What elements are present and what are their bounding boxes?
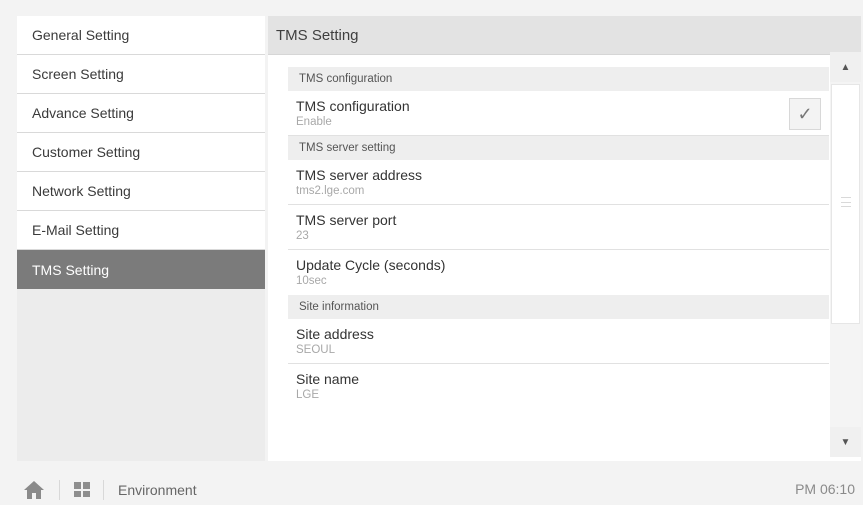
clock-time: PM 06:10 [795,481,855,497]
setting-value: Enable [296,116,332,128]
divider [59,479,60,500]
sidebar-item-general[interactable]: General Setting [17,16,265,55]
setting-value: tms2.lge.com [296,185,365,197]
home-icon[interactable] [23,480,45,500]
grip-icon [841,197,851,207]
setting-row-site-address[interactable]: Site address SEOUL [288,319,829,364]
sidebar-item-screen[interactable]: Screen Setting [17,55,265,94]
setting-row-tms-configuration[interactable]: TMS configuration Enable ✓ [288,91,829,136]
setting-title: Site name [296,371,360,387]
bottom-bar: Environment PM 06:10 [0,474,863,505]
setting-value: 23 [296,230,309,242]
sidebar-item-network[interactable]: Network Setting [17,172,265,211]
triangle-down-icon: ▼ [840,436,851,448]
grid-icon[interactable] [74,482,90,497]
sidebar-item-customer[interactable]: Customer Setting [17,133,265,172]
sidebar-item-label: Customer Setting [32,144,141,160]
sidebar-item-label: E-Mail Setting [32,222,120,238]
sidebar-item-label: General Setting [32,27,130,43]
page-title: TMS Setting [268,16,861,55]
setting-title: TMS configuration [296,98,410,114]
setting-value: SEOUL [296,344,335,356]
setting-title: Site address [296,326,374,342]
setting-row-site-name[interactable]: Site name LGE [288,364,829,409]
section-header-tms-server: TMS server setting [288,136,829,160]
setting-title: Update Cycle (seconds) [296,257,446,273]
sidebar-item-label: Network Setting [32,183,131,199]
section-header-tms-configuration: TMS configuration [288,67,829,91]
setting-row-update-cycle[interactable]: Update Cycle (seconds) 10sec [288,250,829,295]
sidebar-item-advance[interactable]: Advance Setting [17,94,265,133]
setting-row-server-port[interactable]: TMS server port 23 [288,205,829,250]
setting-value: 10sec [296,275,327,287]
sidebar-item-tms[interactable]: TMS Setting [17,250,265,289]
sidebar-item-label: TMS Setting [32,261,110,278]
scroll-up-button[interactable]: ▲ [830,52,861,82]
scroll-thumb[interactable] [831,84,860,324]
divider [103,479,104,500]
checkmark-icon: ✓ [797,103,813,124]
sidebar-item-label: Screen Setting [32,66,124,82]
sidebar-item-email[interactable]: E-Mail Setting [17,211,265,250]
setting-title: TMS server port [296,212,397,228]
settings-list: TMS configuration TMS configuration Enab… [288,67,829,409]
scroll-down-button[interactable]: ▼ [830,427,861,457]
sidebar-item-label: Advance Setting [32,105,134,121]
enable-checkbox[interactable]: ✓ [789,98,821,130]
section-header-site-information: Site information [288,295,829,319]
vertical-scrollbar[interactable]: ▲ ▼ [830,52,861,457]
breadcrumb-environment: Environment [118,481,197,498]
settings-sidebar: General Setting Screen Setting Advance S… [17,16,265,461]
setting-row-server-address[interactable]: TMS server address tms2.lge.com [288,160,829,205]
setting-title: TMS server address [296,167,423,183]
setting-value: LGE [296,389,320,401]
triangle-up-icon: ▲ [840,61,851,73]
